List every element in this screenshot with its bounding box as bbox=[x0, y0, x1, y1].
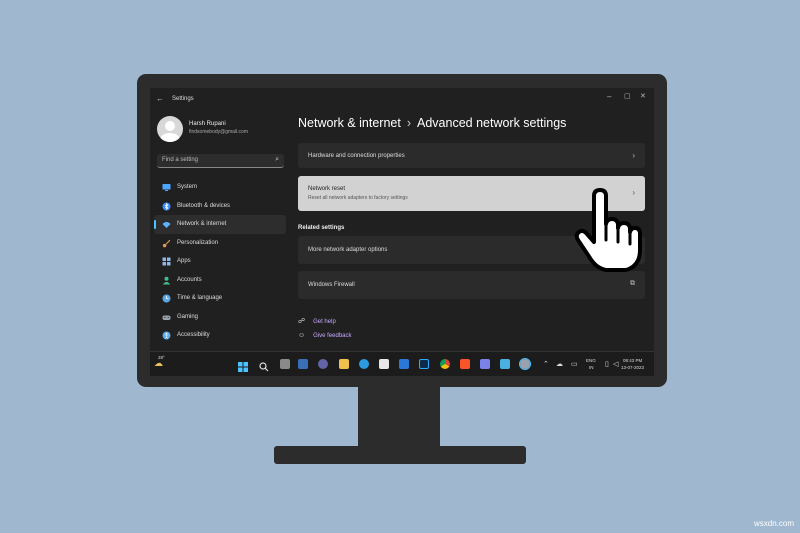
cloud-icon[interactable]: ☁ bbox=[556, 360, 563, 368]
sidebar-item-label: Accounts bbox=[177, 276, 202, 283]
profile-name: Harsh Rupani bbox=[189, 121, 226, 127]
sidebar-item-label: Apps bbox=[177, 258, 191, 264]
network-reset-description: Reset all network adapters to factory se… bbox=[308, 195, 408, 201]
window-title: Settings bbox=[172, 96, 194, 102]
task-view-icon[interactable] bbox=[280, 359, 290, 369]
clock-time[interactable]: 08:43 PM bbox=[623, 358, 642, 363]
feedback-icon: ☺ bbox=[298, 332, 306, 339]
external-link-icon: ⧉ bbox=[630, 280, 635, 287]
maximize-button[interactable]: ▢ bbox=[624, 92, 631, 100]
edge-icon[interactable] bbox=[359, 359, 369, 369]
brave-icon[interactable] bbox=[460, 359, 470, 369]
monitor-stand-neck bbox=[358, 387, 440, 447]
clock-date: 13-07-2023 bbox=[621, 365, 645, 370]
hand-pointer-icon bbox=[574, 188, 642, 272]
store-icon[interactable] bbox=[379, 359, 389, 369]
controller-icon bbox=[162, 313, 171, 322]
more-adapter-options-label: More network adapter options bbox=[308, 247, 388, 253]
photoshop-icon[interactable] bbox=[419, 359, 429, 369]
title-bar: ← Settings – ▢ ✕ bbox=[150, 88, 654, 110]
widgets-icon[interactable] bbox=[298, 359, 308, 369]
network-icon[interactable]: ▯ bbox=[605, 360, 609, 368]
search-icon[interactable] bbox=[259, 359, 269, 372]
give-feedback-label: Give feedback bbox=[313, 333, 352, 339]
chrome-icon[interactable] bbox=[440, 359, 450, 369]
sidebar-item-label: Bluetooth & devices bbox=[177, 202, 231, 209]
sidebar-item-label: Personalization bbox=[177, 239, 219, 246]
hardware-properties-row[interactable]: Hardware and connection properties › bbox=[298, 143, 645, 168]
globe-clock-icon bbox=[162, 294, 171, 303]
chevron-right-icon: › bbox=[632, 151, 635, 160]
weather-temp: 28° bbox=[158, 355, 165, 360]
windows-firewall-label: Windows Firewall bbox=[308, 282, 355, 288]
hardware-properties-label: Hardware and connection properties bbox=[308, 153, 405, 159]
minimize-button[interactable]: – bbox=[607, 92, 611, 101]
person-icon bbox=[162, 276, 171, 285]
sidebar-item-accounts[interactable]: Accounts bbox=[154, 271, 286, 290]
search-placeholder: Find a setting bbox=[162, 157, 199, 163]
related-settings-heading: Related settings bbox=[298, 225, 345, 231]
sidebar-item-label: Gaming bbox=[177, 313, 199, 320]
sidebar-item-label: Network & internet bbox=[177, 221, 227, 227]
mail-icon[interactable] bbox=[399, 359, 409, 369]
breadcrumb: Network & internet › Advanced network sett… bbox=[298, 116, 566, 130]
notepad-icon[interactable] bbox=[500, 359, 510, 369]
sidebar-item-network[interactable]: Network & internet bbox=[154, 215, 286, 234]
accessibility-icon bbox=[162, 331, 171, 340]
sidebar-item-bluetooth[interactable]: Bluetooth & devices bbox=[154, 197, 286, 216]
sidebar-item-label: Accessibility bbox=[177, 332, 210, 338]
sidebar-item-label: Time & language bbox=[177, 295, 223, 301]
monitor-stand-base bbox=[274, 446, 526, 464]
volume-icon[interactable]: ◁ bbox=[613, 360, 618, 368]
sidebar-item-label: System bbox=[177, 184, 198, 190]
sidebar-nav: System Bluetooth & devices Network & int… bbox=[150, 178, 290, 345]
language-indicator[interactable]: ENG bbox=[586, 358, 596, 363]
profile-email: findsomebody@gmail.com bbox=[189, 129, 248, 135]
network-reset-label: Network reset bbox=[308, 186, 346, 192]
give-feedback-link[interactable]: ☺ Give feedback bbox=[298, 332, 352, 339]
page-title: Advanced network settings bbox=[417, 116, 567, 130]
apps-icon bbox=[162, 257, 171, 266]
file-explorer-icon[interactable] bbox=[339, 359, 349, 369]
bluetooth-icon bbox=[162, 202, 171, 211]
get-help-label: Get help bbox=[313, 319, 336, 325]
teams-icon[interactable] bbox=[318, 359, 328, 369]
language-region: IN bbox=[589, 365, 594, 370]
breadcrumb-parent[interactable]: Network & internet bbox=[298, 116, 401, 130]
close-button[interactable]: ✕ bbox=[640, 92, 646, 100]
sidebar-item-gaming[interactable]: Gaming bbox=[154, 308, 286, 327]
chevron-up-icon[interactable]: ⌃ bbox=[543, 360, 549, 368]
wifi-icon bbox=[162, 220, 171, 229]
arrow-left-icon[interactable]: ← bbox=[156, 94, 164, 103]
search-input[interactable]: Find a setting ⌕ bbox=[157, 154, 284, 168]
get-help-link[interactable]: ☍ Get help bbox=[298, 317, 336, 325]
teams-app-icon[interactable] bbox=[480, 359, 490, 369]
search-icon[interactable]: ⌕ bbox=[275, 156, 279, 164]
monitor-icon bbox=[162, 183, 171, 192]
sidebar-item-accessibility[interactable]: Accessibility bbox=[154, 326, 286, 345]
help-icon: ☍ bbox=[298, 318, 306, 325]
windows-start-icon[interactable] bbox=[238, 359, 248, 372]
taskbar: ☁ 28° ⌃ ☁ ▭ ENG IN ▯ ◁ 08:43 PM 13-07-20… bbox=[150, 351, 654, 376]
hdd-icon[interactable]: ▭ bbox=[571, 360, 578, 368]
windows-firewall-row[interactable]: Windows Firewall ⧉ bbox=[298, 271, 645, 299]
sidebar-item-time-language[interactable]: Time & language bbox=[154, 289, 286, 308]
sidebar-item-apps[interactable]: Apps bbox=[154, 252, 286, 271]
sidebar-item-system[interactable]: System bbox=[154, 178, 286, 197]
brush-icon bbox=[162, 239, 171, 248]
sidebar-item-personalization[interactable]: Personalization bbox=[154, 234, 286, 253]
breadcrumb-separator: › bbox=[406, 116, 411, 130]
watermark: wsxdn.com bbox=[753, 519, 794, 528]
settings-icon[interactable] bbox=[519, 358, 531, 370]
avatar bbox=[157, 116, 183, 142]
